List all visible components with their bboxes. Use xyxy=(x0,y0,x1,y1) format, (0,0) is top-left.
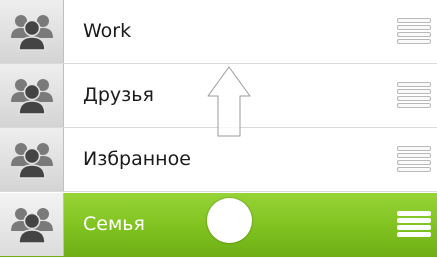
group-name: Избранное xyxy=(83,148,191,170)
drag-handle-icon[interactable] xyxy=(397,15,431,49)
drag-handle-icon[interactable] xyxy=(397,79,431,113)
drag-handle-icon[interactable] xyxy=(397,208,431,242)
group-icon xyxy=(0,193,64,256)
group-icon xyxy=(0,128,64,191)
drag-handle-icon[interactable] xyxy=(397,143,431,177)
group-icon xyxy=(0,0,64,63)
group-name: Семья xyxy=(83,213,145,235)
drag-knob-icon[interactable] xyxy=(207,198,252,243)
group-row-work[interactable]: Work xyxy=(0,0,437,64)
group-name: Work xyxy=(83,20,132,42)
group-icon xyxy=(0,64,64,127)
group-name: Друзья xyxy=(83,84,154,106)
